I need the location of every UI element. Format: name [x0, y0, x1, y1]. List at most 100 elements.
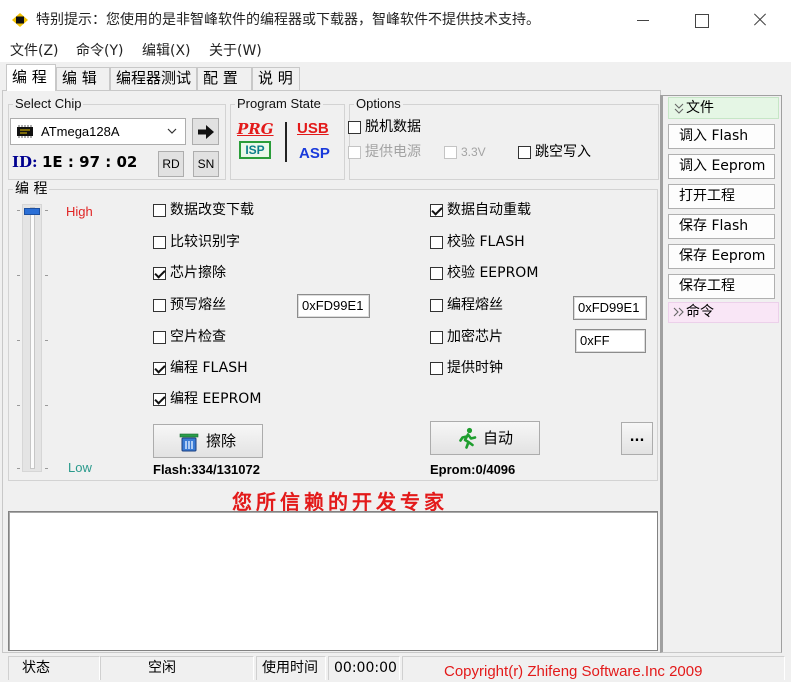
chip-select[interactable]: ATmega128A — [10, 118, 186, 145]
status-panel-state-label: 状态 — [8, 656, 100, 680]
file-panel-header[interactable]: 文件 — [668, 97, 779, 119]
slider-tick — [17, 405, 20, 406]
save-flash-button[interactable]: 保存 Flash — [668, 214, 775, 239]
prg-logo-text: PRG — [237, 120, 274, 138]
menu-file[interactable]: 文件(Z) — [10, 43, 59, 60]
tab-programmer-test[interactable]: 编程器测试 — [110, 67, 197, 90]
checkbox-auto-reload[interactable]: 数据自动重载 — [430, 201, 531, 219]
checkbox-prewrite-fuse[interactable]: 预写熔丝 — [153, 296, 226, 314]
lock-bits-input[interactable]: 0xFF — [575, 329, 646, 353]
checkbox-label: 提供时钟 — [447, 360, 503, 376]
title-bar[interactable]: 特别提示：您使用的是非智峰软件的编程器或下载器，智峰软件不提供技术支持。 — [0, 0, 791, 40]
menu-about[interactable]: 关于(W) — [209, 43, 262, 60]
checkbox-label: 数据自动重载 — [447, 202, 531, 218]
command-panel-header[interactable]: 命令 — [668, 302, 779, 323]
status-bar: 状态 空闲 使用时间 00:00:00 Copyright(r) Zhifeng… — [0, 654, 791, 682]
checkbox-label: 比较识别字 — [170, 234, 240, 250]
checkbox-chip-erase[interactable]: 芯片擦除 — [153, 264, 226, 282]
checkbox-offline-data[interactable]: 脱机数据 — [348, 118, 421, 136]
tab-edit[interactable]: 编 辑 — [56, 67, 110, 90]
log-output[interactable] — [8, 511, 658, 651]
status-panel-time-value: 00:00:00 — [328, 656, 400, 680]
tab-help[interactable]: 说 明 — [252, 67, 300, 90]
checkbox-box[interactable] — [153, 235, 166, 249]
checkbox-box[interactable] — [430, 266, 443, 280]
checkbox-label: 编程 FLASH — [170, 360, 248, 376]
checkbox-label: 跳空写入 — [535, 144, 591, 160]
load-eeprom-button[interactable]: 调入 Eeprom — [668, 154, 775, 179]
program-group — [8, 189, 658, 481]
menu-edit[interactable]: 编辑(X) — [142, 43, 191, 60]
checkbox-lock-chip[interactable]: 加密芯片 — [430, 328, 503, 346]
fuse-input[interactable]: 0xFD99E1 — [573, 296, 647, 320]
checkbox-box[interactable] — [430, 298, 443, 312]
serial-number-button[interactable]: SN — [193, 151, 219, 177]
tab-program[interactable]: 编 程 — [6, 64, 56, 91]
menu-command[interactable]: 命令(Y) — [76, 43, 123, 60]
checkbox-box[interactable] — [430, 330, 443, 344]
checkbox-3v3[interactable]: 3.3V — [444, 143, 486, 161]
slider-tick — [45, 405, 48, 406]
checkbox-box[interactable] — [518, 145, 531, 159]
copyright-text: Copyright(r) Zhifeng Software.Inc 2009 — [444, 663, 703, 680]
minimize-icon[interactable] — [620, 0, 666, 40]
checkbox-box[interactable] — [153, 298, 166, 312]
checkbox-blank-check[interactable]: 空片检查 — [153, 328, 226, 346]
slider-tick — [17, 340, 20, 341]
checkbox-label: 编程熔丝 — [447, 297, 503, 313]
checkbox-label: 3.3V — [461, 145, 486, 159]
apply-chip-button[interactable] — [192, 118, 219, 145]
checkbox-provide-power[interactable]: 提供电源 — [348, 143, 421, 161]
checkbox-verify-eeprom[interactable]: 校验 EEPROM — [430, 264, 538, 282]
speed-slider[interactable] — [22, 204, 42, 472]
checkbox-verify-flash[interactable]: 校验 FLASH — [430, 233, 525, 251]
logo-divider — [285, 122, 287, 162]
tab-config[interactable]: 配 置 — [197, 67, 252, 90]
checkbox-box[interactable] — [348, 145, 361, 159]
more-options-button[interactable]: ... — [621, 422, 653, 455]
save-project-button[interactable]: 保存工程 — [668, 274, 775, 299]
checkbox-box[interactable] — [153, 266, 166, 280]
read-id-button[interactable]: RD — [158, 151, 184, 177]
checkbox-download-on-change[interactable]: 数据改变下载 — [153, 201, 254, 219]
checkbox-provide-clock[interactable]: 提供时钟 — [430, 359, 503, 377]
status-state-value: 空闲 — [148, 660, 176, 676]
save-eeprom-button[interactable]: 保存 Eeprom — [668, 244, 775, 269]
checkbox-skip-blank[interactable]: 跳空写入 — [518, 143, 591, 161]
flash-counter: Flash:334/131072 — [153, 462, 260, 477]
open-project-button[interactable]: 打开工程 — [668, 184, 775, 209]
prewrite-fuse-input[interactable]: 0xFD99E1 — [297, 294, 370, 318]
chevron-down-icon[interactable] — [167, 128, 177, 135]
chip-icon — [12, 13, 28, 27]
usb-logo-text: USB — [297, 120, 329, 137]
select-chip-title: Select Chip — [13, 96, 84, 111]
command-panel-title: 命令 — [686, 304, 714, 320]
speed-slider-thumb[interactable] — [24, 208, 40, 215]
checkbox-box[interactable] — [153, 392, 166, 406]
load-flash-button[interactable]: 调入 Flash — [668, 124, 775, 149]
arrow-right-icon — [198, 125, 214, 139]
checkbox-box[interactable] — [153, 361, 166, 375]
checkbox-program-flash[interactable]: 编程 FLASH — [153, 359, 248, 377]
maximize-icon[interactable] — [678, 0, 724, 40]
checkbox-box[interactable] — [444, 145, 457, 159]
chip-select-value: ATmega128A — [41, 124, 120, 139]
window-title: 特别提示：您使用的是非智峰软件的编程器或下载器，智峰软件不提供技术支持。 — [36, 12, 540, 28]
checkbox-box[interactable] — [153, 330, 166, 344]
checkbox-program-eeprom[interactable]: 编程 EEPROM — [153, 390, 261, 408]
close-icon[interactable] — [737, 0, 783, 40]
checkbox-box[interactable] — [348, 120, 361, 134]
auto-button[interactable]: 自动 — [430, 421, 540, 455]
chip-id-value: 1E : 97 : 02 — [42, 153, 138, 171]
status-panel-copyright: Copyright(r) Zhifeng Software.Inc 2009 — [402, 656, 785, 680]
checkbox-box[interactable] — [153, 203, 166, 217]
trash-icon — [179, 433, 199, 452]
checkbox-program-fuse[interactable]: 编程熔丝 — [430, 296, 503, 314]
checkbox-box[interactable] — [430, 235, 443, 249]
slider-tick — [45, 468, 48, 469]
checkbox-compare-signature[interactable]: 比较识别字 — [153, 233, 240, 251]
erase-button[interactable]: 擦除 — [153, 424, 263, 458]
checkbox-box[interactable] — [430, 203, 443, 217]
checkbox-box[interactable] — [430, 361, 443, 375]
slider-tick — [17, 210, 20, 211]
